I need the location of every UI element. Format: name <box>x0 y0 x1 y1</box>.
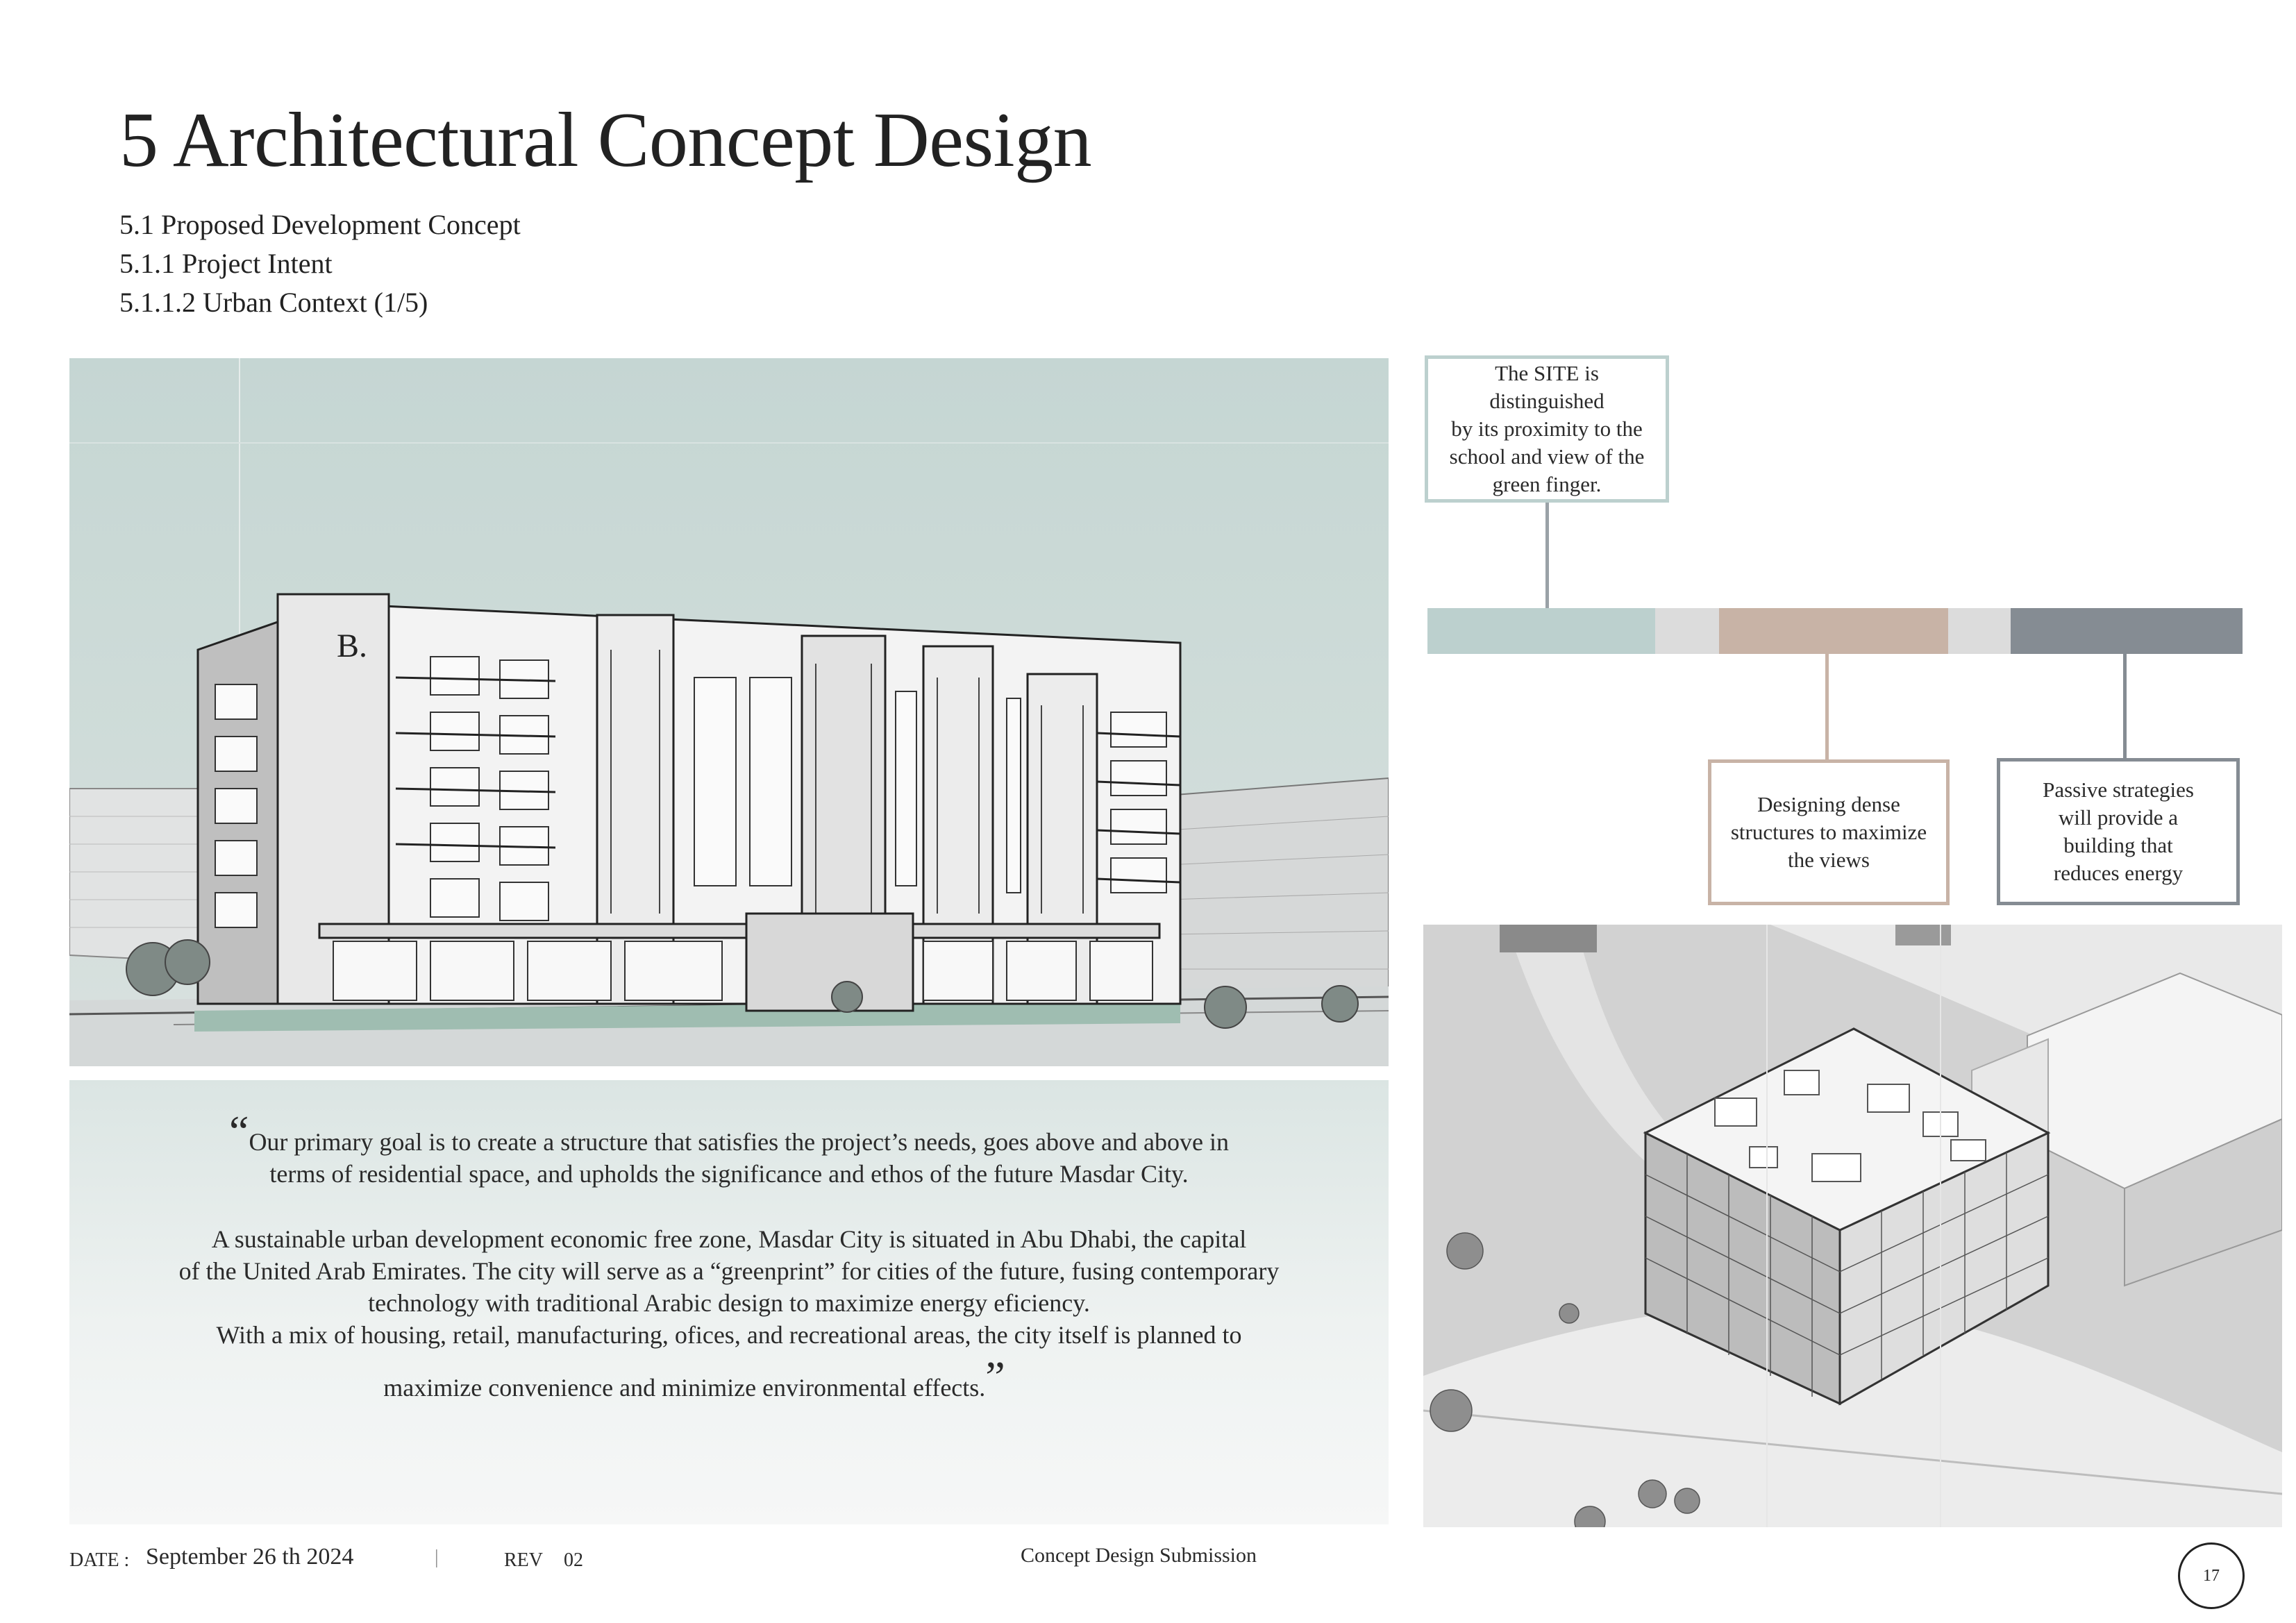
date-value: September 26 th 2024 <box>146 1544 354 1570</box>
bar-segment-tan <box>1719 608 1948 654</box>
subsubsection-heading: 5.1.1.2 Urban Context (1/5) <box>119 287 428 318</box>
quote-line-3: A sustainable urban development economic… <box>211 1225 1247 1253</box>
quote-line-2: terms of residential space, and upholds … <box>269 1160 1189 1188</box>
building-front-render: B. <box>69 358 1389 1066</box>
subsection-heading: 5.1.1 Project Intent <box>119 248 333 279</box>
close-quote-mark: ” <box>985 1352 1005 1402</box>
quote-line-4: of the United Arab Emirates. The city wi… <box>178 1257 1280 1285</box>
quote-line-6: With a mix of housing, retail, manufactu… <box>216 1321 1242 1349</box>
rev-value: 02 <box>564 1549 583 1571</box>
building-aerial-render <box>1423 925 2282 1527</box>
bar-segment-gap-2 <box>1948 608 2011 654</box>
site-callout: The SITE is distinguished by its proximi… <box>1425 355 1669 503</box>
submission-label: Concept Design Submission <box>1021 1544 1257 1567</box>
page-number: 17 <box>2178 1542 2245 1609</box>
section-heading: 5.1 Proposed Development Concept <box>119 209 521 240</box>
bar-segment-teal <box>1427 608 1655 654</box>
footer-separator: | <box>435 1547 439 1568</box>
quote-line-5: technology with traditional Arabic desig… <box>368 1289 1090 1317</box>
page-title: 5 Architectural Concept Design <box>119 97 1092 183</box>
quote-line-1: “Our primary goal is to create a structu… <box>229 1107 1229 1157</box>
views-callout: Designing dense structures to maximize t… <box>1708 759 1950 905</box>
passive-connector-line <box>2123 654 2127 758</box>
passive-strategies-callout: Passive strategies will provide a buildi… <box>1997 758 2240 905</box>
rev-label: REV <box>504 1549 543 1571</box>
project-statement-panel: “Our primary goal is to create a structu… <box>69 1080 1389 1524</box>
building-logo-text: B. <box>337 628 367 664</box>
bar-segment-slate <box>2011 608 2243 654</box>
views-connector-line <box>1825 654 1829 759</box>
bar-segment-gap-1 <box>1655 608 1719 654</box>
date-label: DATE : <box>69 1549 130 1571</box>
open-quote-mark: “ <box>229 1107 249 1156</box>
quote-line-7: maximize convenience and minimize enviro… <box>383 1352 1005 1402</box>
site-connector-line <box>1545 503 1549 608</box>
